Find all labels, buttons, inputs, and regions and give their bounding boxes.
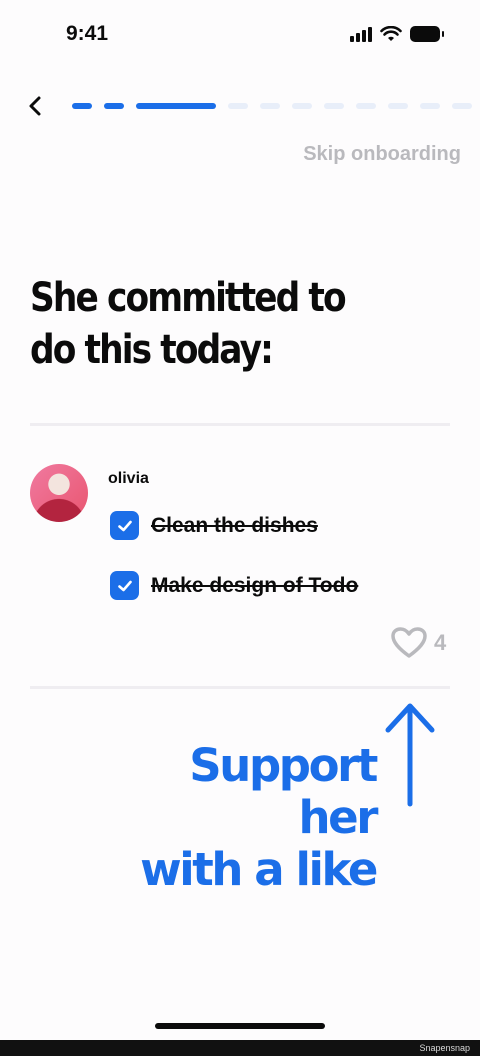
- divider-bottom: [30, 686, 450, 689]
- onboarding-progress-bar: [72, 103, 472, 109]
- home-indicator[interactable]: [155, 1023, 325, 1029]
- progress-step-pending: [324, 103, 344, 109]
- callout-line-2: with a like: [140, 843, 378, 896]
- heart-outline-icon[interactable]: [390, 626, 428, 660]
- progress-step-pending: [452, 103, 472, 109]
- post-username[interactable]: olivia: [108, 470, 149, 488]
- status-time: 9:41: [66, 22, 109, 45]
- wifi-icon: [380, 26, 402, 41]
- task-label: Make design of Todo: [151, 573, 359, 597]
- chevron-left-icon[interactable]: [22, 92, 50, 120]
- like-button[interactable]: 4: [390, 626, 446, 660]
- progress-step-pending: [292, 103, 312, 109]
- avatar[interactable]: [30, 464, 88, 522]
- task-item[interactable]: Make design of Todo: [110, 571, 358, 600]
- progress-step-complete: [72, 103, 92, 109]
- support-callout: Support her with a like: [130, 739, 378, 896]
- status-icons: [350, 26, 444, 42]
- page-title: She committed to do this today:: [30, 272, 391, 376]
- footer-bar: [0, 1040, 480, 1056]
- progress-step-complete: [136, 103, 216, 109]
- progress-step-pending: [228, 103, 248, 109]
- task-label: Clean the dishes: [151, 513, 318, 537]
- page-title-line-2: do this today:: [30, 327, 274, 373]
- skip-onboarding-button[interactable]: Skip onboarding: [303, 143, 461, 166]
- callout-line-1: Support her: [189, 739, 378, 844]
- task-item[interactable]: Clean the dishes: [110, 511, 318, 540]
- progress-step-pending: [420, 103, 440, 109]
- checkmark-icon[interactable]: [110, 571, 139, 600]
- checkmark-icon[interactable]: [110, 511, 139, 540]
- progress-step-complete: [104, 103, 124, 109]
- page-title-line-1: She committed to: [30, 275, 347, 321]
- watermark: Snapensnap: [419, 1043, 470, 1053]
- arrow-up-icon: [385, 703, 435, 807]
- divider-top: [30, 423, 450, 426]
- progress-step-pending: [356, 103, 376, 109]
- cellular-signal-icon: [350, 26, 372, 42]
- like-count: 4: [434, 630, 447, 655]
- progress-step-pending: [260, 103, 280, 109]
- progress-step-pending: [388, 103, 408, 109]
- battery-icon: [410, 26, 444, 42]
